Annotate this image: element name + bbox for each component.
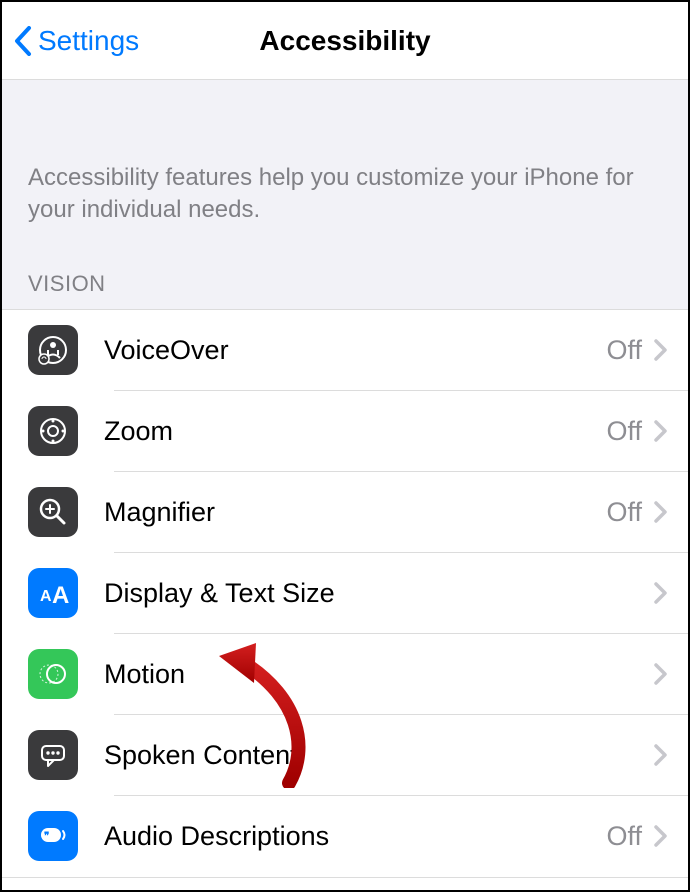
chevron-right-icon bbox=[654, 744, 668, 766]
row-label: Spoken Content bbox=[104, 740, 642, 771]
back-label: Settings bbox=[38, 25, 139, 57]
chevron-right-icon bbox=[654, 825, 668, 847]
chevron-right-icon bbox=[654, 339, 668, 361]
zoom-icon bbox=[28, 406, 78, 456]
chevron-left-icon bbox=[14, 26, 32, 56]
row-value: Off bbox=[606, 335, 642, 366]
content: Accessibility features help you customiz… bbox=[2, 80, 688, 878]
row-value: Off bbox=[606, 821, 642, 852]
chevron-right-icon bbox=[654, 420, 668, 442]
motion-icon bbox=[28, 649, 78, 699]
magnifier-icon bbox=[28, 487, 78, 537]
textsize-icon: A A bbox=[28, 568, 78, 618]
svg-text:❞: ❞ bbox=[44, 831, 49, 842]
vision-list: VoiceOver Off Zoom Off bbox=[2, 309, 688, 878]
row-voiceover[interactable]: VoiceOver Off bbox=[2, 310, 688, 391]
row-label: Magnifier bbox=[104, 497, 606, 528]
chevron-right-icon bbox=[654, 501, 668, 523]
row-motion[interactable]: Motion bbox=[2, 634, 688, 715]
row-display-text-size[interactable]: A A Display & Text Size bbox=[2, 553, 688, 634]
chevron-right-icon bbox=[654, 582, 668, 604]
chevron-right-icon bbox=[654, 663, 668, 685]
description-text: Accessibility features help you customiz… bbox=[2, 80, 688, 243]
svg-text:A: A bbox=[40, 588, 52, 605]
row-value: Off bbox=[606, 416, 642, 447]
row-label: Motion bbox=[104, 659, 642, 690]
row-label: Audio Descriptions bbox=[104, 821, 606, 852]
row-audio-descriptions[interactable]: ❞ Audio Descriptions Off bbox=[2, 796, 688, 877]
voiceover-icon bbox=[28, 325, 78, 375]
row-label: Zoom bbox=[104, 416, 606, 447]
row-label: Display & Text Size bbox=[104, 578, 642, 609]
row-spoken-content[interactable]: Spoken Content bbox=[2, 715, 688, 796]
audio-descriptions-icon: ❞ bbox=[28, 811, 78, 861]
row-label: VoiceOver bbox=[104, 335, 606, 366]
spoken-content-icon bbox=[28, 730, 78, 780]
row-magnifier[interactable]: Magnifier Off bbox=[2, 472, 688, 553]
header-bar: Settings Accessibility bbox=[2, 2, 688, 80]
page-title: Accessibility bbox=[259, 25, 430, 57]
svg-text:A: A bbox=[52, 582, 69, 609]
row-value: Off bbox=[606, 497, 642, 528]
back-button[interactable]: Settings bbox=[2, 25, 139, 57]
row-zoom[interactable]: Zoom Off bbox=[2, 391, 688, 472]
section-header-vision: VISION bbox=[2, 243, 688, 309]
